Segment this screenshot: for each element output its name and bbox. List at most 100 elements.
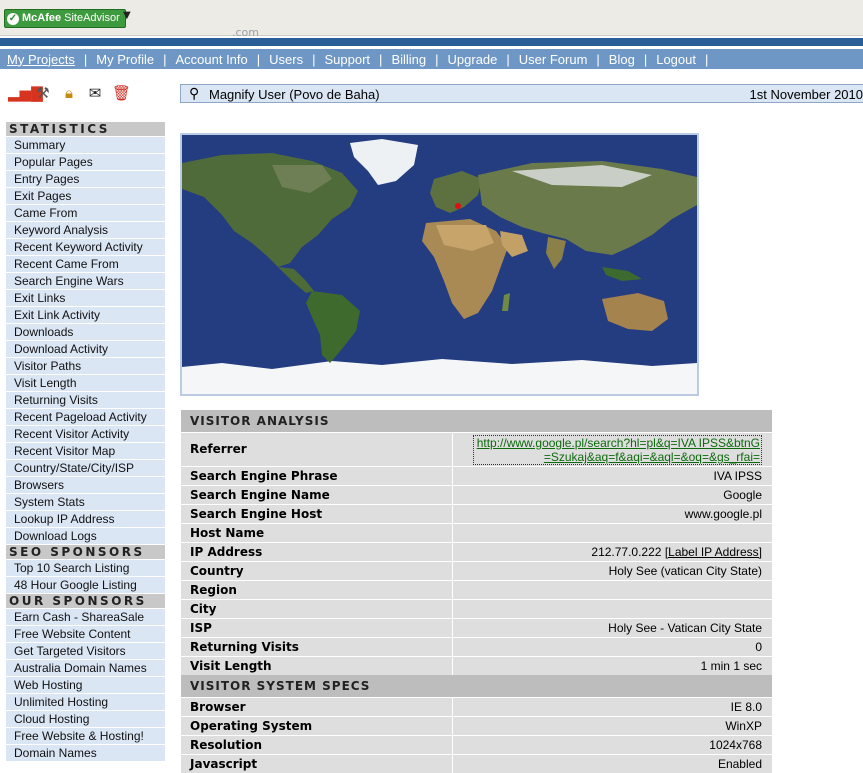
isp-label: ISP bbox=[181, 619, 453, 637]
sponsor-link-top-10-search-listing[interactable]: Top 10 Search Listing bbox=[6, 560, 165, 576]
visit-length-value: 1 min 1 sec bbox=[700, 659, 762, 673]
label-ip-address-link[interactable]: [Label IP Address] bbox=[665, 545, 762, 559]
search-engine-host-value: www.google.pl bbox=[684, 507, 762, 521]
mcafee-label: McAfee bbox=[22, 12, 62, 24]
magnifier-icon: ⚲ bbox=[189, 85, 200, 101]
magnify-header: ⚲ Magnify User (Povo de Baha) 1st Novemb… bbox=[180, 84, 863, 103]
nav-users[interactable]: Users bbox=[260, 52, 312, 67]
sidebar-item-returning-visits[interactable]: Returning Visits bbox=[6, 392, 165, 408]
isp-row: ISP Holy See - Vatican City State bbox=[181, 618, 772, 637]
nav-separator: | bbox=[704, 51, 709, 67]
nav-upgrade[interactable]: Upgrade bbox=[439, 52, 507, 67]
nav-my-profile[interactable]: My Profile bbox=[87, 52, 163, 67]
sidebar-item-downloads[interactable]: Downloads bbox=[6, 324, 165, 340]
nav-logout[interactable]: Logout bbox=[647, 52, 705, 67]
search-engine-host-row: Search Engine Host www.google.pl bbox=[181, 504, 772, 523]
sponsor-link-free-website-content[interactable]: Free Website Content bbox=[6, 626, 165, 642]
sidebar-item-visit-length[interactable]: Visit Length bbox=[6, 375, 165, 391]
host-name-row: Host Name bbox=[181, 523, 772, 542]
sidebar-item-recent-pageload-activity[interactable]: Recent Pageload Activity bbox=[6, 409, 165, 425]
sidebar-item-exit-pages[interactable]: Exit Pages bbox=[6, 188, 165, 204]
visitor-analysis-panel: VISITOR ANALYSIS Referrer http://www.goo… bbox=[181, 410, 772, 773]
sidebar-item-exit-link-activity[interactable]: Exit Link Activity bbox=[6, 307, 165, 323]
sidebar-item-entry-pages[interactable]: Entry Pages bbox=[6, 171, 165, 187]
sidebar-item-system-stats[interactable]: System Stats bbox=[6, 494, 165, 510]
statistics-heading: STATISTICS bbox=[6, 122, 165, 136]
isp-value: Holy See - Vatican City State bbox=[608, 621, 762, 635]
sidebar-item-country-state-city-isp[interactable]: Country/State/City/ISP bbox=[6, 460, 165, 476]
sidebar-item-exit-links[interactable]: Exit Links bbox=[6, 290, 165, 306]
sponsor-link-get-targeted-visitors[interactable]: Get Targeted Visitors bbox=[6, 643, 165, 659]
host-name-value bbox=[453, 524, 772, 542]
sponsor-link-free-website-hosting[interactable]: Free Website & Hosting! bbox=[6, 728, 165, 744]
sidebar-item-popular-pages[interactable]: Popular Pages bbox=[6, 154, 165, 170]
ip-address-value: 212.77.0.222 bbox=[591, 545, 662, 559]
nav-support[interactable]: Support bbox=[316, 52, 380, 67]
sidebar-item-keyword-analysis[interactable]: Keyword Analysis bbox=[6, 222, 165, 238]
visitor-analysis-heading: VISITOR ANALYSIS bbox=[181, 410, 772, 432]
mail-icon[interactable]: ✉ bbox=[86, 84, 104, 102]
sidebar-item-recent-visitor-activity[interactable]: Recent Visitor Activity bbox=[6, 426, 165, 442]
sidebar-item-browsers[interactable]: Browsers bbox=[6, 477, 165, 493]
sponsor-link-web-hosting[interactable]: Web Hosting bbox=[6, 677, 165, 693]
nav-my-projects[interactable]: My Projects bbox=[0, 52, 84, 67]
javascript-value: Enabled bbox=[717, 757, 762, 771]
browser-value: IE 8.0 bbox=[730, 700, 762, 714]
header-stripe bbox=[0, 38, 863, 46]
sponsor-link-cloud-hosting[interactable]: Cloud Hosting bbox=[6, 711, 165, 727]
report-date: 1st November 2010 bbox=[749, 87, 863, 102]
sidebar-item-recent-came-from[interactable]: Recent Came From bbox=[6, 256, 165, 272]
sidebar-item-recent-keyword-activity[interactable]: Recent Keyword Activity bbox=[6, 239, 165, 255]
sidebar-item-search-engine-wars[interactable]: Search Engine Wars bbox=[6, 273, 165, 289]
search-engine-phrase-label: Search Engine Phrase bbox=[181, 467, 453, 485]
sponsor-link-48-hour-google-listing[interactable]: 48 Hour Google Listing bbox=[6, 577, 165, 593]
visitor-system-specs-heading: VISITOR SYSTEM SPECS bbox=[181, 675, 772, 697]
sidebar-item-download-activity[interactable]: Download Activity bbox=[6, 341, 165, 357]
region-value bbox=[453, 581, 772, 599]
ip-address-row: IP Address 212.77.0.222 [Label IP Addres… bbox=[181, 542, 772, 561]
main-nav: My Projects | My Profile | Account Info | User… bbox=[0, 49, 863, 69]
country-value: Holy See (vatican City State) bbox=[608, 564, 762, 578]
country-row: Country Holy See (vatican City State) bbox=[181, 561, 772, 580]
country-label: Country bbox=[181, 562, 453, 580]
seo-sponsors-heading: SEO SPONSORS bbox=[6, 545, 165, 559]
operating-system-label: Operating System bbox=[181, 717, 453, 735]
ip-address-label: IP Address bbox=[181, 543, 453, 561]
browser-row: Browser IE 8.0 bbox=[181, 697, 772, 716]
javascript-label: Javascript bbox=[181, 755, 453, 773]
resolution-label: Resolution bbox=[181, 736, 453, 754]
referrer-row: Referrer http://www.google.pl/search?hl=… bbox=[181, 432, 772, 466]
sidebar-item-download-logs[interactable]: Download Logs bbox=[6, 528, 165, 544]
sponsor-link-australia-domain-names[interactable]: Australia Domain Names bbox=[6, 660, 165, 676]
sidebar-item-summary[interactable]: Summary bbox=[6, 137, 165, 153]
region-row: Region bbox=[181, 580, 772, 599]
browser-toolbar: ✓ McAfee SiteAdvisor ▼ .com bbox=[0, 0, 863, 39]
returning-visits-row: Returning Visits 0 bbox=[181, 637, 772, 656]
tools-icon[interactable]: ⚒ bbox=[34, 84, 52, 102]
sponsor-link-unlimited-hosting[interactable]: Unlimited Hosting bbox=[6, 694, 165, 710]
mcafee-siteadvisor-button[interactable]: ✓ McAfee SiteAdvisor bbox=[4, 9, 126, 28]
returning-visits-label: Returning Visits bbox=[181, 638, 453, 656]
sidebar-item-recent-visitor-map[interactable]: Recent Visitor Map bbox=[6, 443, 165, 459]
lock-icon[interactable]: 🔒︎ bbox=[60, 84, 78, 102]
nav-user-forum[interactable]: User Forum bbox=[510, 52, 597, 67]
tool-icons: ▂▅▇ ⚒ 🔒︎ ✉ 🗑︎ bbox=[8, 84, 131, 102]
host-name-label: Host Name bbox=[181, 524, 453, 542]
nav-account-info[interactable]: Account Info bbox=[166, 52, 256, 67]
referrer-link[interactable]: http://www.google.pl/search?hl=pl&q=IVA … bbox=[473, 435, 762, 465]
nav-billing[interactable]: Billing bbox=[382, 52, 435, 67]
search-engine-name-value: Google bbox=[723, 488, 762, 502]
check-icon: ✓ bbox=[7, 12, 19, 25]
sponsor-link-domain-names[interactable]: Domain Names bbox=[6, 745, 165, 761]
sidebar-item-came-from[interactable]: Came From bbox=[6, 205, 165, 221]
sidebar-item-visitor-paths[interactable]: Visitor Paths bbox=[6, 358, 165, 374]
returning-visits-value: 0 bbox=[755, 640, 762, 654]
visit-length-label: Visit Length bbox=[181, 657, 453, 675]
dropdown-arrow-icon[interactable]: ▼ bbox=[123, 10, 131, 21]
nav-blog[interactable]: Blog bbox=[600, 52, 644, 67]
sponsor-link-earn-cash-shareasale[interactable]: Earn Cash - ShareaSale bbox=[6, 609, 165, 625]
sidebar-item-lookup-ip-address[interactable]: Lookup IP Address bbox=[6, 511, 165, 527]
browser-label: Browser bbox=[181, 698, 453, 716]
bar-chart-icon[interactable]: ▂▅▇ bbox=[8, 84, 43, 102]
trash-icon[interactable]: 🗑︎ bbox=[112, 84, 131, 102]
